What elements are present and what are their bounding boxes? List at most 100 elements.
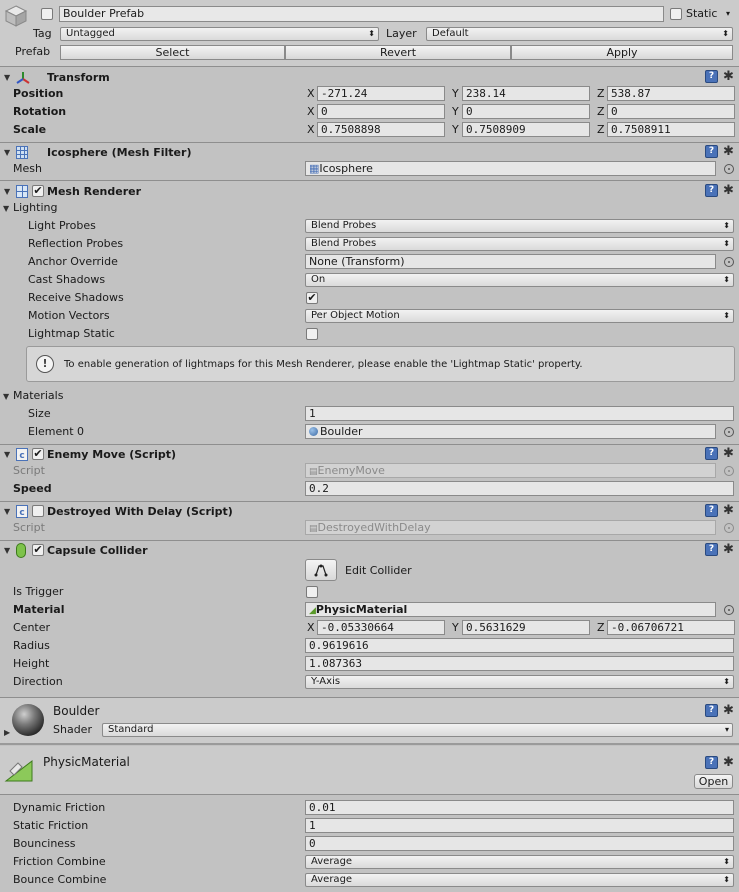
is-trigger-checkbox[interactable] xyxy=(306,586,318,598)
prefab-select-button[interactable]: Select xyxy=(60,45,285,60)
friction-combine-dropdown[interactable]: Average ⬍ xyxy=(305,855,734,869)
foldout-arrow-icon[interactable]: ▼ xyxy=(4,546,10,556)
gear-icon[interactable]: ✱ xyxy=(723,756,734,769)
speed-field[interactable]: 0.2 xyxy=(305,481,734,496)
help-icon[interactable]: ? xyxy=(705,504,718,517)
rotation-x-label[interactable]: X xyxy=(307,105,315,119)
gear-icon[interactable]: ✱ xyxy=(723,184,734,197)
rotation-z-label[interactable]: Z xyxy=(597,105,605,119)
enemy-move-script-label: Script xyxy=(13,464,45,477)
lightmap-static-checkbox[interactable] xyxy=(306,328,318,340)
dynamic-friction-field[interactable]: 0.01 xyxy=(305,800,734,815)
gear-icon[interactable]: ✱ xyxy=(723,447,734,460)
lighting-label[interactable]: Lighting xyxy=(13,201,57,215)
static-friction-field[interactable]: 1 xyxy=(305,818,734,833)
prefab-apply-button[interactable]: Apply xyxy=(511,45,733,60)
foldout-arrow-icon[interactable]: ▼ xyxy=(4,450,10,460)
open-button[interactable]: Open xyxy=(694,774,733,789)
tag-value: Untagged xyxy=(66,28,115,39)
scale-y-label[interactable]: Y xyxy=(452,123,459,137)
position-x-field[interactable]: -271.24 xyxy=(317,86,445,101)
enemy-move-enabled-checkbox[interactable]: ✔ xyxy=(32,448,44,460)
position-z-field[interactable]: 538.87 xyxy=(607,86,735,101)
foldout-arrow-icon[interactable]: ▼ xyxy=(3,204,9,214)
rotation-x-field[interactable]: 0 xyxy=(317,104,445,119)
mesh-object-field[interactable]: ▦Icosphere xyxy=(305,161,716,176)
layer-dropdown[interactable]: Default ⬍ xyxy=(426,27,733,41)
header-divider xyxy=(0,66,739,67)
collider-material-field[interactable]: ◢PhysicMaterial xyxy=(305,602,716,617)
help-icon[interactable]: ? xyxy=(705,145,718,158)
scale-x-label[interactable]: X xyxy=(307,123,315,137)
shader-dropdown[interactable]: Standard ▾ xyxy=(102,723,733,737)
rotation-y-field[interactable]: 0 xyxy=(462,104,590,119)
help-icon[interactable]: ? xyxy=(705,756,718,769)
transform-title: Transform xyxy=(47,71,110,84)
center-x-field[interactable]: -0.05330664 xyxy=(317,620,445,635)
foldout-arrow-icon[interactable]: ▼ xyxy=(4,148,10,158)
scale-z-field[interactable]: 0.7508911 xyxy=(607,122,735,137)
mesh-renderer-enabled-checkbox[interactable]: ✔ xyxy=(32,185,44,197)
foldout-arrow-icon[interactable]: ▼ xyxy=(4,73,10,83)
active-checkbox[interactable] xyxy=(41,8,53,20)
object-picker-icon[interactable] xyxy=(724,164,734,174)
position-z-label[interactable]: Z xyxy=(597,87,605,101)
position-y-label[interactable]: Y xyxy=(452,87,459,101)
object-picker-icon[interactable] xyxy=(724,257,734,267)
object-picker-icon[interactable] xyxy=(724,427,734,437)
help-icon[interactable]: ? xyxy=(705,184,718,197)
scale-y-field[interactable]: 0.7508909 xyxy=(462,122,590,137)
element0-field[interactable]: Boulder xyxy=(305,424,716,439)
position-x-label[interactable]: X xyxy=(307,87,315,101)
radius-field[interactable]: 0.9619616 xyxy=(305,638,734,653)
gear-icon[interactable]: ✱ xyxy=(723,145,734,158)
center-z-field[interactable]: -0.06706721 xyxy=(607,620,735,635)
help-icon[interactable]: ? xyxy=(705,543,718,556)
bounce-combine-dropdown[interactable]: Average ⬍ xyxy=(305,873,734,887)
object-picker-icon[interactable] xyxy=(724,605,734,615)
static-dropdown-arrow[interactable]: ▾ xyxy=(719,8,733,22)
bounciness-field[interactable]: 0 xyxy=(305,836,734,851)
center-z-label[interactable]: Z xyxy=(597,621,605,635)
edit-collider-button[interactable] xyxy=(305,559,337,581)
tag-dropdown[interactable]: Untagged ⬍ xyxy=(60,27,379,41)
gear-icon[interactable]: ✱ xyxy=(723,543,734,556)
script-file-icon: ▤ xyxy=(309,524,318,534)
foldout-arrow-icon[interactable]: ▼ xyxy=(4,187,10,197)
help-icon[interactable]: ? xyxy=(705,70,718,83)
foldout-arrow-icon[interactable]: ▼ xyxy=(4,507,10,517)
foldout-arrow-icon[interactable]: ▶ xyxy=(4,728,10,738)
receive-shadows-checkbox[interactable]: ✔ xyxy=(306,292,318,304)
friction-combine-label: Friction Combine xyxy=(13,855,106,868)
position-y-field[interactable]: 238.14 xyxy=(462,86,590,101)
materials-size-field[interactable]: 1 xyxy=(305,406,734,421)
light-probes-dropdown[interactable]: Blend Probes ⬍ xyxy=(305,219,734,233)
help-icon[interactable]: ? xyxy=(705,447,718,460)
rotation-z-field[interactable]: 0 xyxy=(607,104,735,119)
cast-shadows-dropdown[interactable]: On ⬍ xyxy=(305,273,734,287)
static-checkbox[interactable] xyxy=(670,8,682,20)
enemy-move-title: Enemy Move (Script) xyxy=(47,448,177,461)
capsule-collider-enabled-checkbox[interactable]: ✔ xyxy=(32,544,44,556)
help-icon[interactable]: ? xyxy=(705,704,718,717)
height-label: Height xyxy=(13,657,50,670)
gear-icon[interactable]: ✱ xyxy=(723,704,734,717)
direction-dropdown[interactable]: Y-Axis ⬍ xyxy=(305,675,734,689)
gear-icon[interactable]: ✱ xyxy=(723,70,734,83)
gear-icon[interactable]: ✱ xyxy=(723,504,734,517)
center-y-field[interactable]: 0.5631629 xyxy=(462,620,590,635)
foldout-arrow-icon[interactable]: ▼ xyxy=(3,392,9,402)
reflection-probes-dropdown[interactable]: Blend Probes ⬍ xyxy=(305,237,734,251)
anchor-override-field[interactable]: None (Transform) xyxy=(305,254,716,269)
height-field[interactable]: 1.087363 xyxy=(305,656,734,671)
center-x-label[interactable]: X xyxy=(307,621,315,635)
destroyed-with-delay-enabled-checkbox[interactable] xyxy=(32,505,44,517)
motion-vectors-dropdown[interactable]: Per Object Motion ⬍ xyxy=(305,309,734,323)
materials-label[interactable]: Materials xyxy=(13,389,63,403)
prefab-revert-button[interactable]: Revert xyxy=(285,45,511,60)
gameobject-name-field[interactable]: Boulder Prefab xyxy=(59,6,664,22)
center-y-label[interactable]: Y xyxy=(452,621,459,635)
scale-x-field[interactable]: 0.7508898 xyxy=(317,122,445,137)
scale-z-label[interactable]: Z xyxy=(597,123,605,137)
rotation-y-label[interactable]: Y xyxy=(452,105,459,119)
